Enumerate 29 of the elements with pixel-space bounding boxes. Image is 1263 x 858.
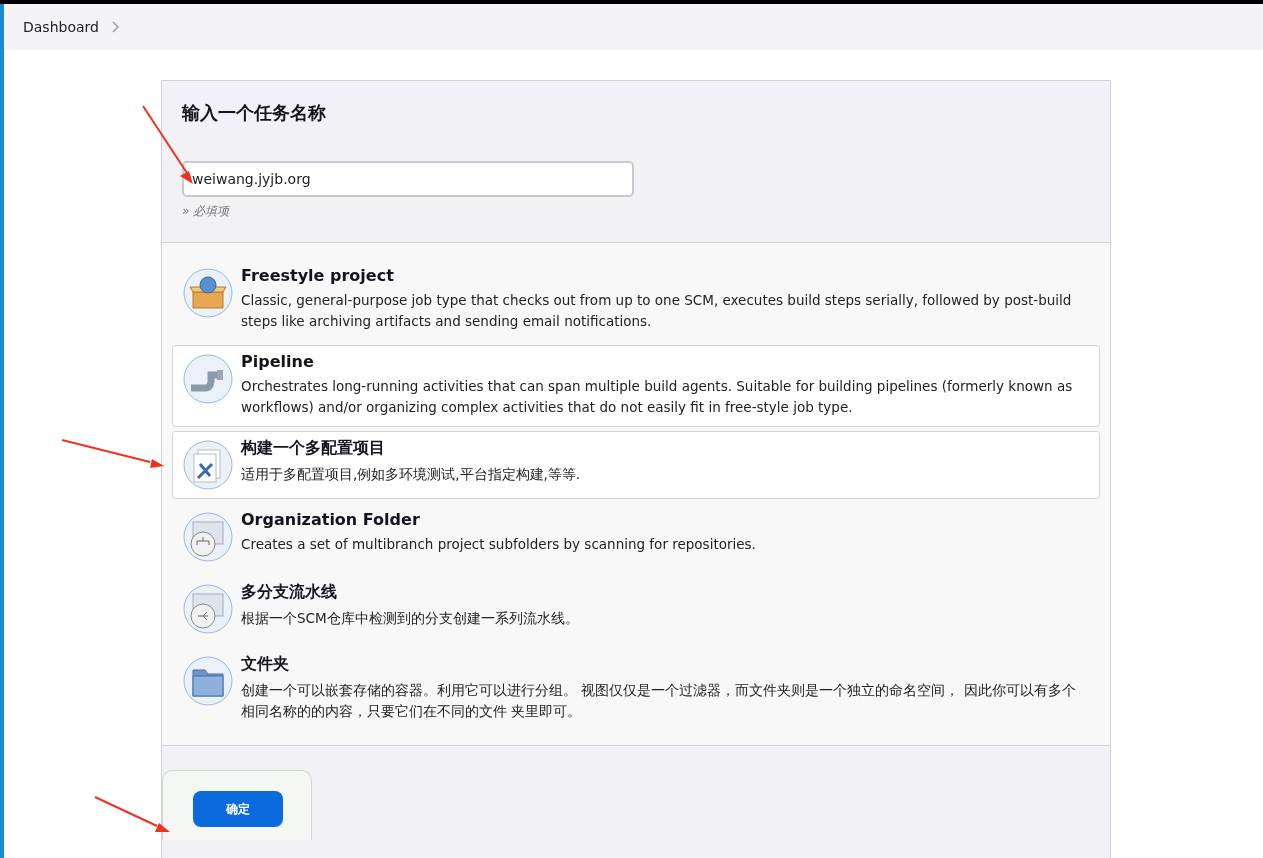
pipe-icon bbox=[183, 354, 233, 404]
job-type-description: Classic, general-purpose job type that checks out from up to one SCM, executes build steps serially, followed by post-build steps like archiving artifacts and sending email notifications. bbox=[241, 291, 1073, 331]
job-type-title: 构建一个多配置项目 bbox=[241, 438, 386, 459]
job-type-title: 文件夹 bbox=[241, 654, 290, 675]
job-type-title: Freestyle project bbox=[241, 266, 395, 285]
chevron-right-icon bbox=[110, 21, 119, 33]
box-icon bbox=[183, 268, 233, 318]
job-type-option[interactable] bbox=[172, 345, 1100, 427]
job-type-option[interactable]: Organization Folder Creates a set of multibranch project subfolders by scanning for repositories. bbox=[172, 503, 1100, 571]
job-type-option[interactable]: 构建一个多配置项目 适用于多配置项目,例如多环境测试,平台指定构建,等等. bbox=[172, 431, 1100, 499]
tools-icon bbox=[183, 440, 233, 490]
job-type-description: 创建一个可以嵌套存储的容器。利用它可以进行分组。 视图仅仅是一个过滤器，而文件夹则是一个独立的命名空间， 因此你可以有多个相同名称的的内容，只要它们在不同的文件 夹里即可。 bbox=[241, 681, 1077, 721]
input-field[interactable]: weiwang.jyjb.org bbox=[182, 161, 634, 197]
job-type-description: 根据一个SCM仓库中检测到的分支创建一系列流水线。 bbox=[241, 609, 579, 628]
org-folder-icon bbox=[183, 512, 233, 562]
ok-button[interactable]: 确定 bbox=[193, 791, 283, 827]
section-title: 输入一个任务名称 bbox=[182, 101, 327, 125]
job-type-option[interactable]: 文件夹 创建一个可以嵌套存储的容器。利用它可以进行分组。 视图仅仅是一个过滤器，而文件夹则是一个独立的命名空间， 因此你可以有多个相同名称的的内容，只要它们在不同的文件 夹里即可。 bbox=[172, 647, 1100, 731]
job-type-description: 适用于多配置项目,例如多环境测试,平台指定构建,等等. bbox=[241, 465, 581, 484]
breadcrumb-link[interactable]: Dashboard bbox=[23, 19, 99, 35]
folder-icon bbox=[183, 656, 233, 706]
job-type-title: Organization Folder bbox=[241, 510, 421, 529]
required-hint: » 必填项 bbox=[182, 203, 232, 220]
job-type-description: Orchestrates long-running activities that can span multiple build agents. Suitable for building pipelines (formerly known as workflows) and/or organizing complex activities that do not easily fit in free-style job type. bbox=[241, 377, 1074, 417]
job-type-title: 多分支流水线 bbox=[241, 582, 338, 603]
job-type-option[interactable]: 多分支流水线 根据一个SCM仓库中检测到的分支创建一系列流水线。 bbox=[172, 575, 1100, 643]
branch-folder-icon bbox=[183, 584, 233, 634]
job-type-description: Creates a set of multibranch project subfolders by scanning for repositories. bbox=[241, 535, 756, 554]
job-type-title: Pipeline bbox=[241, 352, 315, 371]
